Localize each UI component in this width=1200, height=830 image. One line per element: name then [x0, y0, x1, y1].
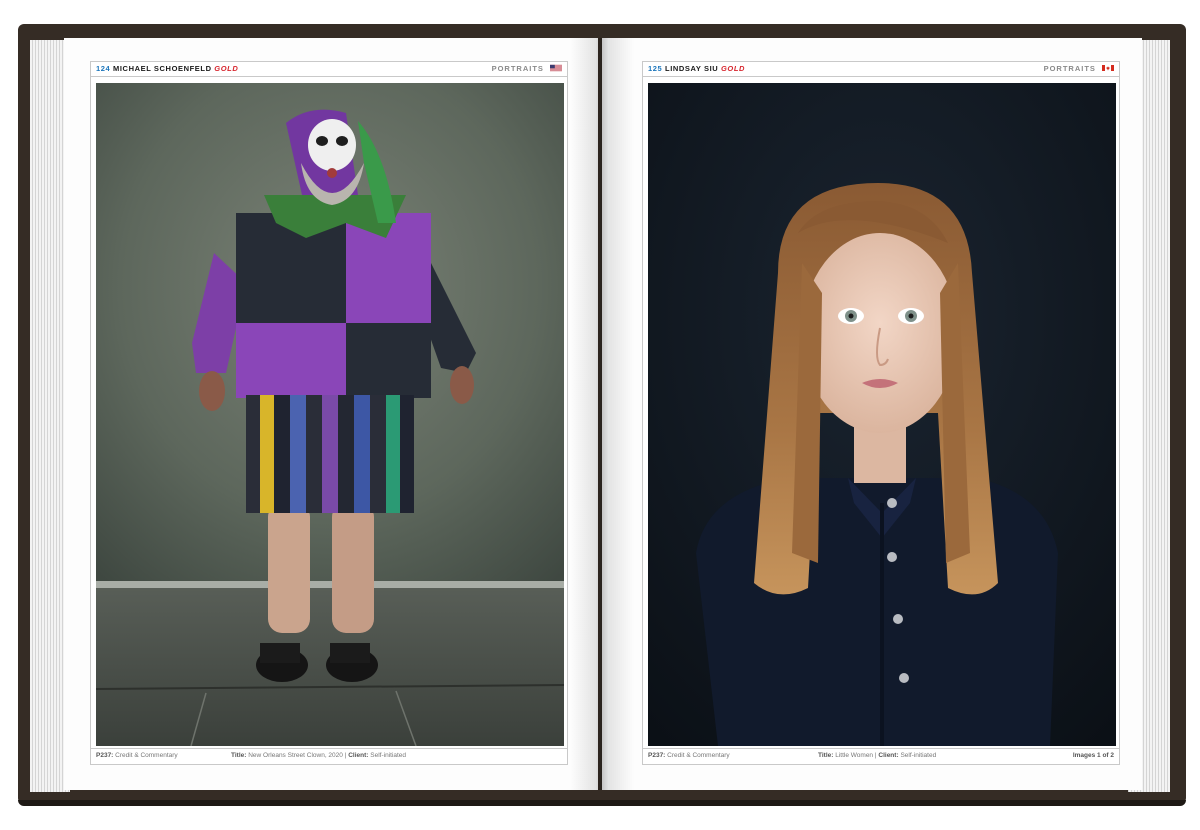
- girl-portrait-photo: [648, 83, 1116, 746]
- category-label: PORTRAITS: [491, 64, 544, 73]
- award-label: GOLD: [214, 64, 239, 73]
- separator: |: [874, 752, 877, 759]
- title-value: New Orleans Street Clown, 2020: [248, 752, 343, 759]
- right-entry-header: 125 LINDSAY SIU GOLD PORTRAITS: [643, 62, 1119, 77]
- separator: |: [344, 752, 347, 759]
- photographer-name: MICHAEL SCHOENFELD: [113, 64, 212, 73]
- category-label: PORTRAITS: [1043, 64, 1096, 73]
- book-cover-edge: [18, 800, 1186, 806]
- right-entry-frame: 125 LINDSAY SIU GOLD PORTRAITS P237: Cre…: [642, 61, 1120, 765]
- award-label: GOLD: [720, 64, 746, 73]
- right-entry-footer: P237: Credit & Commentary Title: Little …: [643, 748, 1119, 764]
- entry-number: 125: [648, 64, 663, 73]
- client-value: Self-initiated: [900, 752, 937, 759]
- left-entry-footer: P237: Credit & Commentary Title: New Orl…: [91, 748, 567, 764]
- clown-portrait-photo: [96, 83, 564, 746]
- client-label: Client:: [878, 752, 899, 759]
- title-label: Title:: [818, 752, 834, 759]
- left-entry-frame: 124 MICHAEL SCHOENFELD GOLD PORTRAITS P2…: [90, 61, 568, 765]
- title-label: Title:: [231, 752, 247, 759]
- photographer-name: LINDSAY SIU: [665, 64, 719, 73]
- client-value: Self-initiated: [370, 752, 407, 759]
- credit-text: Credit & Commentary: [115, 752, 178, 759]
- credit-text: Credit & Commentary: [667, 752, 730, 759]
- credit-ref: P237:: [96, 752, 114, 759]
- image-pagination: Images 1 of 2: [1072, 752, 1114, 759]
- credit-ref: P237:: [648, 752, 666, 759]
- left-entry-header: 124 MICHAEL SCHOENFELD GOLD PORTRAITS: [91, 62, 567, 77]
- girl-portrait-image: [648, 83, 1116, 746]
- canada-flag-icon: [1102, 65, 1114, 71]
- entry-number: 124: [96, 64, 111, 73]
- us-flag-icon: [550, 64, 562, 72]
- title-value: Little Women: [835, 752, 874, 759]
- client-label: Client:: [348, 752, 369, 759]
- clown-portrait-image: [96, 83, 564, 746]
